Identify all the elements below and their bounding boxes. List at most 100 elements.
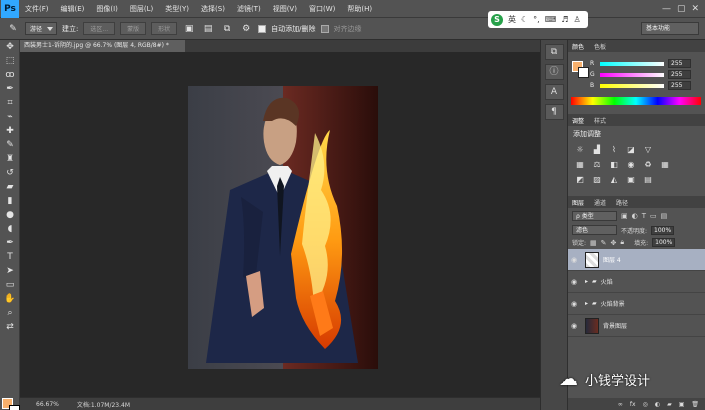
mic-icon[interactable]: ♬: [561, 15, 568, 24]
ime-toolbar[interactable]: S 英 ☾ °, ⌨ ♬ ♙: [488, 11, 588, 28]
red-slider[interactable]: [600, 61, 664, 66]
tab-channels[interactable]: 通道: [594, 198, 606, 207]
menu-layer[interactable]: 图层(L): [124, 4, 159, 14]
brush-tool-icon[interactable]: ✎: [0, 138, 20, 152]
invert-icon[interactable]: ◩: [574, 175, 586, 185]
move-tool-icon[interactable]: ✥: [0, 40, 20, 54]
background-color[interactable]: [9, 405, 20, 410]
opacity-value[interactable]: 100%: [651, 225, 675, 235]
minimize-icon[interactable]: —: [662, 4, 671, 14]
workspace-select[interactable]: 基本功能: [641, 22, 699, 35]
eye-icon[interactable]: ◉: [571, 322, 581, 330]
levels-icon[interactable]: ▟: [591, 145, 603, 155]
filter-type-icon[interactable]: T: [642, 212, 646, 220]
color-balance-icon[interactable]: ⚖: [591, 160, 603, 170]
pen-tool-icon[interactable]: ✎: [6, 22, 20, 36]
panel-background-swatch[interactable]: [578, 67, 589, 78]
chevron-right-icon[interactable]: ▸: [585, 300, 588, 307]
shirt-icon[interactable]: ♙: [573, 15, 580, 24]
path-alignment-icon[interactable]: ▤: [201, 22, 215, 36]
canvas-area[interactable]: [20, 52, 540, 397]
fill-value[interactable]: 100%: [652, 238, 676, 247]
marquee-tool-icon[interactable]: ⬚: [0, 54, 20, 68]
character-icon[interactable]: A: [544, 84, 564, 100]
menu-window[interactable]: 窗口(W): [303, 4, 341, 14]
info-icon[interactable]: ⓘ: [544, 64, 564, 80]
mask-icon[interactable]: ◎: [643, 401, 648, 408]
filter-smart-icon[interactable]: ▤: [661, 212, 668, 220]
curves-icon[interactable]: ⌇: [608, 145, 620, 155]
selective-color-icon[interactable]: ▣: [625, 175, 637, 185]
moon-icon[interactable]: ☾: [521, 15, 528, 24]
comma-icon[interactable]: °,: [533, 15, 540, 24]
menu-edit[interactable]: 编辑(E): [55, 4, 91, 14]
healing-tool-icon[interactable]: ✚: [0, 124, 20, 138]
tab-color[interactable]: 颜色: [572, 42, 584, 51]
tab-paths[interactable]: 路径: [616, 198, 628, 207]
document-tab[interactable]: 西装男士1-诉阴的.jpg @ 66.7% (图层 4, RGB/8#) *: [20, 40, 185, 52]
layer-name[interactable]: 背景图层: [603, 321, 627, 330]
lock-all-icon[interactable]: 🔒︎: [620, 238, 624, 247]
fx-icon[interactable]: fx: [630, 401, 636, 408]
close-icon[interactable]: ✕: [691, 4, 699, 14]
vibrance-icon[interactable]: ▽: [642, 145, 654, 155]
menu-select[interactable]: 选择(S): [195, 4, 231, 14]
lock-position-icon[interactable]: ✥: [611, 239, 617, 247]
hand-tool-icon[interactable]: ✋: [0, 292, 20, 306]
align-edges-checkbox[interactable]: [320, 24, 329, 33]
photo-filter-icon[interactable]: ◉: [625, 160, 637, 170]
pen-tool-icon[interactable]: ✒: [0, 236, 20, 250]
green-slider[interactable]: [600, 72, 664, 77]
keyboard-icon[interactable]: ⌨: [545, 15, 557, 24]
menu-filter[interactable]: 滤镜(T): [231, 4, 267, 14]
dodge-tool-icon[interactable]: ◖: [0, 222, 20, 236]
lock-transparent-icon[interactable]: ▦: [590, 239, 597, 247]
eye-icon[interactable]: ◉: [571, 278, 581, 286]
maximize-icon[interactable]: ▢: [677, 4, 686, 14]
menu-type[interactable]: 类型(Y): [159, 4, 195, 14]
tool-preset-select[interactable]: 游径: [25, 22, 58, 35]
layer-row-fire-group[interactable]: ◉ ▸ ▰ 火焰: [568, 271, 705, 293]
posterize-icon[interactable]: ▨: [591, 175, 603, 185]
eyedropper-tool-icon[interactable]: ⌁: [0, 110, 20, 124]
layer-row-4[interactable]: ◉ 图层 4: [568, 249, 705, 271]
color-swatches[interactable]: [2, 398, 20, 410]
path-operations-icon[interactable]: ▣: [182, 22, 196, 36]
gradient-tool-icon[interactable]: ▮: [0, 194, 20, 208]
zoom-tool-icon[interactable]: ⌕: [0, 306, 20, 320]
filter-pixel-icon[interactable]: ▣: [621, 212, 628, 220]
gear-icon[interactable]: ⚙: [239, 22, 253, 36]
history-icon[interactable]: ⧉: [544, 44, 564, 60]
lock-pixels-icon[interactable]: ✎: [601, 239, 607, 247]
swap-colors-icon[interactable]: ⇄: [0, 320, 20, 334]
blue-value[interactable]: 255: [668, 81, 691, 90]
crop-tool-icon[interactable]: ⌗: [0, 96, 20, 110]
color-spectrum[interactable]: [571, 97, 701, 105]
layer-name[interactable]: 火焰背景: [601, 299, 625, 308]
menu-help[interactable]: 帮助(H): [341, 4, 378, 14]
eye-icon[interactable]: ◉: [571, 256, 581, 264]
blue-slider[interactable]: [600, 83, 664, 88]
menu-view[interactable]: 视图(V): [267, 4, 303, 14]
channel-mixer-icon[interactable]: ♻: [642, 160, 654, 170]
red-value[interactable]: 255: [668, 59, 691, 68]
tab-layers[interactable]: 图层: [572, 198, 584, 207]
chevron-right-icon[interactable]: ▸: [585, 278, 588, 285]
quick-select-tool-icon[interactable]: ✒: [0, 82, 20, 96]
shape-button[interactable]: 形状: [151, 22, 178, 35]
layer-name[interactable]: 火焰: [601, 277, 613, 286]
eraser-tool-icon[interactable]: ▰: [0, 180, 20, 194]
shape-tool-icon[interactable]: ▭: [0, 278, 20, 292]
blur-tool-icon[interactable]: ●: [0, 208, 20, 222]
group-icon[interactable]: ▰: [667, 401, 672, 408]
type-tool-icon[interactable]: T: [0, 250, 20, 264]
new-layer-icon[interactable]: ▣: [679, 401, 685, 408]
paragraph-icon[interactable]: ¶: [544, 104, 564, 120]
brightness-icon[interactable]: ☼: [574, 145, 586, 155]
path-select-tool-icon[interactable]: ➤: [0, 264, 20, 278]
gradient-map-icon[interactable]: ▤: [642, 175, 654, 185]
color-lookup-icon[interactable]: ▦: [659, 160, 671, 170]
menu-file[interactable]: 文件(F): [19, 4, 55, 14]
mask-button[interactable]: 蒙版: [120, 22, 147, 35]
history-brush-tool-icon[interactable]: ↺: [0, 166, 20, 180]
